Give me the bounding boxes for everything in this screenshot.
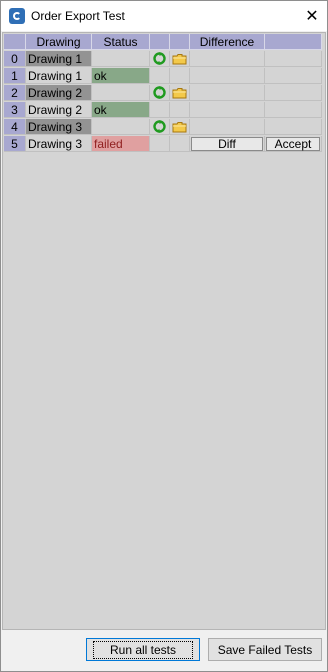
column-header-status[interactable]: Status xyxy=(92,34,150,50)
footer-bar: Run all tests Save Failed Tests xyxy=(1,631,327,671)
accept-cell xyxy=(265,68,322,84)
diff-button[interactable]: Diff xyxy=(191,136,263,151)
empty-cell xyxy=(150,68,170,84)
row-index[interactable]: 2 xyxy=(4,85,26,101)
difference-cell xyxy=(190,85,265,101)
row-index[interactable]: 5 xyxy=(4,136,26,152)
accept-cell xyxy=(265,51,322,67)
refresh-icon[interactable] xyxy=(153,86,166,99)
table-row[interactable]: 5 Drawing 3 failed Diff Accept xyxy=(4,136,322,152)
column-header-icon2[interactable] xyxy=(170,34,190,50)
column-header-icon1[interactable] xyxy=(150,34,170,50)
folder-icon[interactable] xyxy=(172,87,187,99)
drawing-cell[interactable]: Drawing 1 xyxy=(26,51,92,67)
close-button[interactable]: ✕ xyxy=(297,1,327,31)
drawing-cell[interactable]: Drawing 1 xyxy=(26,68,92,84)
empty-cell xyxy=(170,68,190,84)
difference-cell xyxy=(190,102,265,118)
save-failed-tests-button[interactable]: Save Failed Tests xyxy=(208,638,322,661)
drawing-cell[interactable]: Drawing 2 xyxy=(26,85,92,101)
status-cell[interactable]: ok xyxy=(92,68,150,84)
difference-cell: Diff xyxy=(190,136,265,152)
rerun-cell[interactable] xyxy=(150,119,170,135)
open-cell[interactable] xyxy=(170,119,190,135)
accept-cell xyxy=(265,85,322,101)
table-row[interactable]: 1 Drawing 1 ok xyxy=(4,68,322,84)
table-row[interactable]: 0 Drawing 1 xyxy=(4,51,322,67)
status-cell[interactable] xyxy=(92,85,150,101)
status-cell[interactable]: failed xyxy=(92,136,150,152)
index-column-header xyxy=(4,34,26,50)
status-cell[interactable] xyxy=(92,51,150,67)
row-index[interactable]: 3 xyxy=(4,102,26,118)
test-grid: Drawing Status Difference 0 Drawing 1 1 Dra… xyxy=(2,32,326,630)
empty-cell xyxy=(150,102,170,118)
rerun-cell[interactable] xyxy=(150,51,170,67)
window-title: Order Export Test xyxy=(31,9,125,23)
row-index[interactable]: 0 xyxy=(4,51,26,67)
empty-cell xyxy=(170,136,190,152)
title-bar: Order Export Test ✕ xyxy=(1,1,327,31)
status-cell[interactable] xyxy=(92,119,150,135)
table-row[interactable]: 2 Drawing 2 xyxy=(4,85,322,101)
accept-cell xyxy=(265,119,322,135)
drawing-cell[interactable]: Drawing 3 xyxy=(26,119,92,135)
refresh-icon[interactable] xyxy=(153,52,166,65)
drawing-cell[interactable]: Drawing 3 xyxy=(26,136,92,152)
folder-icon[interactable] xyxy=(172,53,187,65)
grid-header-row: Drawing Status Difference xyxy=(4,34,322,50)
app-icon xyxy=(9,8,25,24)
open-cell[interactable] xyxy=(170,85,190,101)
status-cell[interactable]: ok xyxy=(92,102,150,118)
drawing-cell[interactable]: Drawing 2 xyxy=(26,102,92,118)
difference-cell xyxy=(190,51,265,67)
empty-cell xyxy=(150,136,170,152)
open-cell[interactable] xyxy=(170,51,190,67)
column-header-accept[interactable] xyxy=(265,34,322,50)
refresh-icon[interactable] xyxy=(153,120,166,133)
folder-icon[interactable] xyxy=(172,121,187,133)
empty-cell xyxy=(170,102,190,118)
run-all-tests-button[interactable]: Run all tests xyxy=(86,638,200,661)
difference-cell xyxy=(190,119,265,135)
table-row[interactable]: 4 Drawing 3 xyxy=(4,119,322,135)
column-header-drawing[interactable]: Drawing xyxy=(26,34,92,50)
difference-cell xyxy=(190,68,265,84)
accept-cell: Accept xyxy=(265,136,322,152)
column-header-difference[interactable]: Difference xyxy=(190,34,265,50)
row-index[interactable]: 4 xyxy=(4,119,26,135)
rerun-cell[interactable] xyxy=(150,85,170,101)
accept-cell xyxy=(265,102,322,118)
table-row[interactable]: 3 Drawing 2 ok xyxy=(4,102,322,118)
accept-button[interactable]: Accept xyxy=(266,136,320,151)
order-export-test-window: Order Export Test ✕ Drawing Status Diffe… xyxy=(0,0,328,672)
row-index[interactable]: 1 xyxy=(4,68,26,84)
